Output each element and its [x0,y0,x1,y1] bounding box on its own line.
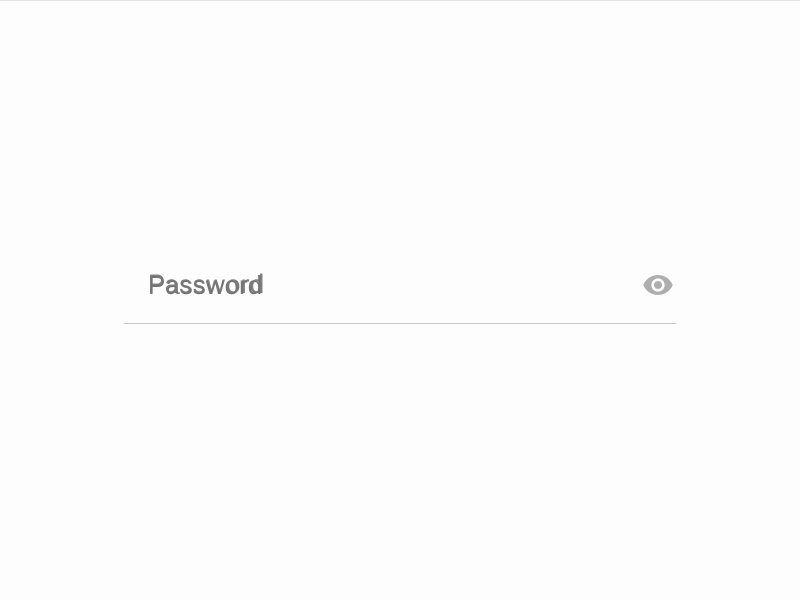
eye-icon [642,269,674,301]
field-underline [124,323,676,324]
password-field-row: Password [124,269,676,323]
password-field: Password [124,269,676,324]
password-input[interactable] [148,269,628,302]
top-divider [0,0,800,1]
toggle-password-visibility-button[interactable] [642,269,676,301]
